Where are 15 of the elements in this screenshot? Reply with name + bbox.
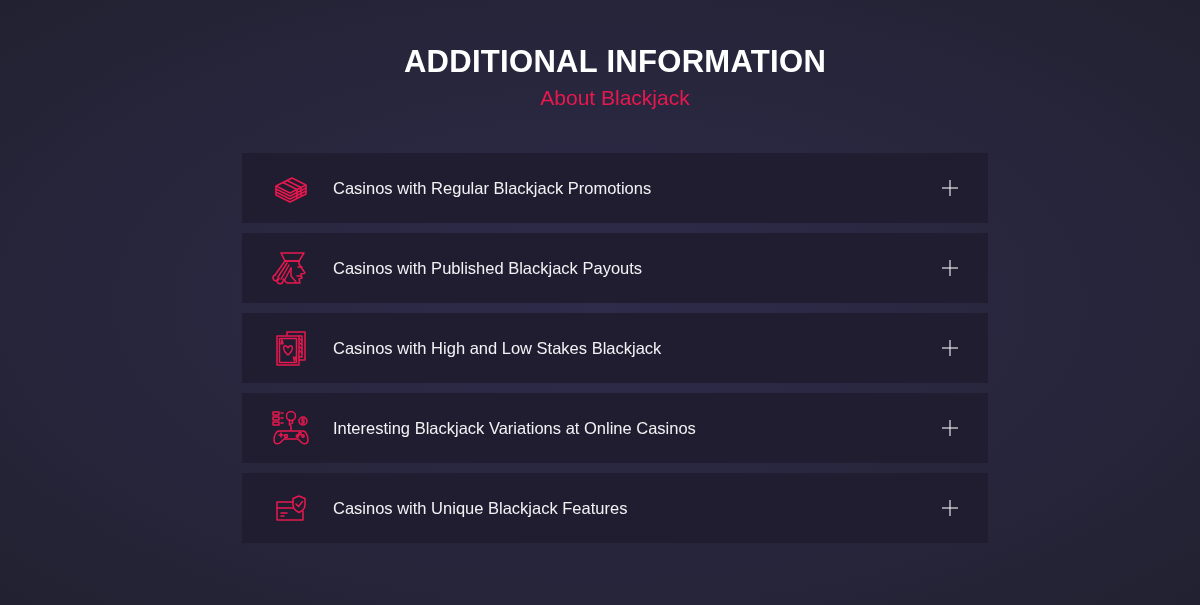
accordion-item[interactable]: Casinos with Regular Blackjack Promotions [242,153,988,223]
card-shield-icon [275,494,307,522]
accordion-label: Interesting Blackjack Variations at Online Casinos [333,417,697,439]
section-subtitle: About Blackjack [540,85,690,111]
accordion-item[interactable]: Casinos with Published Blackjack Payouts [242,233,988,303]
accordion-label: Casinos with Regular Blackjack Promotions [333,177,653,199]
accordion-item[interactable]: Interesting Blackjack Variations at Online Casinos [242,393,988,463]
accordion-label: Casinos with High and Low Stakes Blackjack [333,337,663,359]
playing-cards-icon [275,330,307,366]
section-title: ADDITIONAL INFORMATION [403,43,827,81]
gamepad-joystick-icon [272,410,310,446]
accordion-item[interactable]: Casinos with High and Low Stakes Blackjack [242,313,988,383]
accordion-item[interactable]: Casinos with Unique Blackjack Features [242,473,988,543]
accordion-label: Casinos with Unique Blackjack Features [333,497,629,519]
accordion-label: Casinos with Published Blackjack Payouts [333,257,644,279]
